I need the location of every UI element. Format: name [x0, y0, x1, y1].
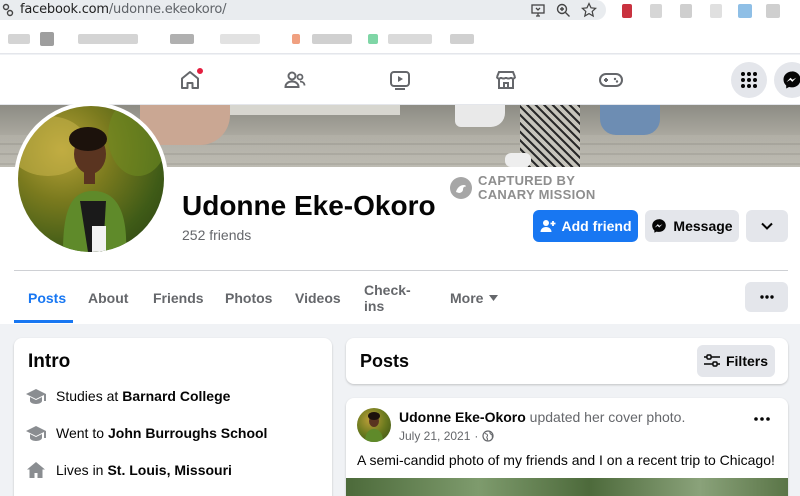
tab-friends-label: Friends — [153, 289, 204, 306]
post-options-ellipsis-icon[interactable] — [750, 412, 774, 426]
friend-count[interactable]: 252 friends — [182, 227, 251, 243]
ellipsis-icon — [759, 295, 774, 299]
profile-dropdown-button[interactable] — [746, 210, 788, 242]
video-play-icon — [390, 71, 410, 90]
tab-check-ins[interactable]: Check-ins — [350, 271, 425, 324]
notification-dot — [196, 67, 204, 75]
install-app-icon[interactable] — [530, 2, 546, 18]
intro-item-prefix: Went to — [56, 425, 104, 441]
home-icon — [26, 460, 46, 480]
tab-posts[interactable]: Posts — [14, 271, 80, 324]
messenger-button[interactable] — [774, 62, 800, 98]
canary-bird-icon — [456, 185, 466, 193]
site-info-icon[interactable] — [2, 3, 14, 17]
post-action: updated her cover photo. — [525, 409, 686, 425]
author-photo — [365, 412, 383, 442]
address-bar[interactable]: facebook.com/udonne.ekeokoro/ — [0, 0, 606, 20]
posts-title: Posts — [360, 351, 410, 371]
message-button[interactable]: Message — [645, 210, 739, 242]
profile-avatar[interactable] — [18, 106, 164, 252]
browser-url-bar: facebook.com/udonne.ekeokoro/ — [0, 0, 800, 22]
tab-more-label: More — [450, 289, 484, 306]
post-author-name[interactable]: Udonne Eke-Okoro — [399, 409, 526, 425]
canary-mission-logo — [450, 177, 472, 199]
post-header-line: Udonne Eke-Okoro updated her cover photo… — [399, 409, 685, 425]
profile-photo — [18, 106, 164, 252]
more-options-button[interactable] — [745, 282, 788, 312]
nav-watch[interactable] — [384, 65, 416, 95]
profile-name: Udonne Eke-Okoro — [182, 190, 436, 221]
graduation-cap-icon — [26, 423, 46, 443]
marketplace-store-icon — [496, 71, 516, 89]
post-author-avatar[interactable] — [357, 408, 391, 442]
post-photo[interactable] — [346, 478, 788, 496]
tab-videos-label: Videos — [295, 289, 341, 306]
filters-button[interactable]: Filters — [697, 345, 775, 377]
message-label: Message — [673, 218, 733, 234]
nav-friends[interactable] — [279, 65, 311, 95]
caret-down-icon — [489, 294, 499, 301]
filters-label: Filters — [725, 353, 768, 369]
tab-check-ins-label: Check-ins — [364, 281, 411, 314]
intro-card: Intro Studies at Barnard College Went to… — [14, 338, 332, 496]
nav-marketplace[interactable] — [490, 65, 522, 95]
intro-title: Intro — [28, 351, 71, 372]
tab-posts-label: Posts — [28, 289, 67, 306]
add-friend-button[interactable]: Add friend — [533, 210, 638, 242]
intro-item-location: Lives in St. Louis, Missouri — [26, 460, 232, 480]
grid-menu-icon — [741, 72, 757, 88]
tab-about-label: About — [88, 289, 129, 306]
tab-about[interactable]: About — [74, 271, 142, 324]
add-friend-label: Add friend — [561, 218, 632, 234]
posts-header-card: Posts Filters — [346, 338, 788, 384]
friends-icon — [284, 71, 306, 88]
intro-item-prefix: Studies at — [56, 388, 119, 404]
facebook-top-nav — [0, 55, 800, 105]
post-date[interactable]: July 21, 2021 — [399, 429, 470, 443]
intro-item-prefix: Lives in — [56, 462, 104, 478]
filters-sliders-icon — [703, 354, 720, 367]
watermark-text: CAPTURED BY CANARY MISSION — [478, 174, 596, 202]
messenger-icon — [783, 71, 800, 89]
tab-photos[interactable]: Photos — [211, 271, 286, 324]
active-tab-indicator — [14, 320, 73, 323]
url-domain: facebook.com — [20, 2, 109, 17]
post-text: A semi-candid photo of my friends and I … — [357, 452, 775, 468]
intro-item-value[interactable]: St. Louis, Missouri — [107, 462, 231, 478]
globe-public-icon — [482, 430, 494, 442]
menu-button[interactable] — [731, 62, 767, 98]
tab-more[interactable]: More — [436, 271, 512, 324]
gamepad-icon — [599, 73, 623, 87]
tab-photos-label: Photos — [225, 289, 273, 306]
tab-friends[interactable]: Friends — [139, 271, 218, 324]
graduation-cap-icon — [26, 386, 46, 406]
intro-item-education: Studies at Barnard College — [26, 386, 230, 406]
intro-item-school: Went to John Burroughs School — [26, 423, 267, 443]
add-friend-icon — [540, 220, 555, 232]
url-path: /udonne.ekeokoro/ — [108, 2, 227, 17]
zoom-icon[interactable] — [555, 2, 571, 18]
url-text[interactable]: facebook.com/udonne.ekeokoro/ — [20, 2, 227, 17]
messenger-icon — [652, 219, 667, 233]
tab-videos[interactable]: Videos — [281, 271, 355, 324]
post-card: Udonne Eke-Okoro updated her cover photo… — [346, 398, 788, 496]
chevron-down-icon — [761, 222, 773, 230]
watermark-line-2: CANARY MISSION — [478, 187, 596, 202]
nav-gaming[interactable] — [595, 65, 627, 95]
post-meta: July 21, 2021 · — [399, 429, 494, 443]
bookmarks-bar-blurred — [0, 22, 800, 54]
bookmark-star-icon[interactable] — [581, 2, 597, 18]
watermark-line-1: CAPTURED BY — [478, 173, 576, 188]
intro-item-value[interactable]: John Burroughs School — [108, 425, 267, 441]
intro-item-value[interactable]: Barnard College — [122, 388, 230, 404]
